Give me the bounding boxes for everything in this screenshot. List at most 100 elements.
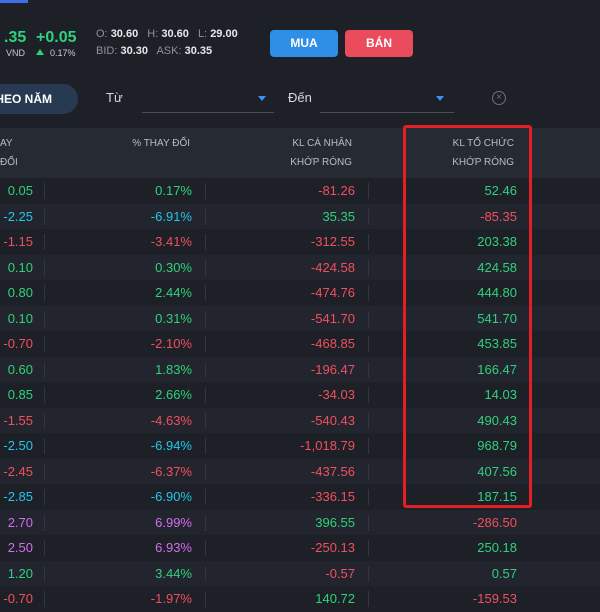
pct-change-cell: -6.91% bbox=[150, 208, 192, 224]
individual-net-cell: -312.55 bbox=[310, 234, 355, 249]
change-cell: 2.70 bbox=[7, 514, 33, 530]
pct-change-cell: 0.17% bbox=[155, 183, 192, 198]
individual-net-cell: 396.55 bbox=[315, 514, 355, 530]
column-divider bbox=[44, 489, 45, 505]
change-cell: -1.15 bbox=[3, 234, 33, 249]
filter-bar: HEO NĂM Từ Đến × bbox=[0, 78, 600, 122]
institution-net-cell: 250.18 bbox=[477, 540, 517, 555]
column-divider bbox=[44, 438, 45, 454]
active-tab-indicator bbox=[0, 0, 28, 3]
to-date-label: Đến bbox=[288, 90, 312, 105]
to-date-select[interactable] bbox=[320, 112, 454, 113]
bid-ask-readout: BID: 30.30 ASK: 30.35 bbox=[96, 45, 212, 57]
column-divider bbox=[205, 285, 206, 301]
change-cell: 0.05 bbox=[7, 183, 33, 198]
institution-net-cell: -159.53 bbox=[472, 591, 517, 606]
column-divider bbox=[44, 565, 45, 582]
change-cell: -2.45 bbox=[3, 463, 33, 479]
column-divider bbox=[44, 540, 45, 556]
institution-net-cell: 0.57 bbox=[491, 565, 517, 581]
column-divider bbox=[205, 438, 206, 454]
period-filter-button[interactable]: HEO NĂM bbox=[0, 84, 78, 114]
column-divider bbox=[205, 489, 206, 505]
header-pct-change: % THAY ĐỔI bbox=[132, 138, 190, 149]
change-cell: 2.50 bbox=[7, 540, 33, 555]
quote-header: .35 +0.05 VND 0.17% O: 30.60 H: 30.60 L:… bbox=[0, 0, 600, 70]
individual-net-cell: -437.56 bbox=[310, 463, 355, 479]
from-date-select[interactable] bbox=[142, 112, 274, 113]
column-divider bbox=[44, 463, 45, 480]
column-divider bbox=[44, 591, 45, 607]
pct-change-cell: 0.30% bbox=[155, 259, 192, 275]
price-change: +0.05 bbox=[36, 29, 77, 46]
table-row[interactable]: 2.50 6.93% -250.13 250.18 bbox=[0, 535, 600, 561]
change-cell: -2.50 bbox=[3, 438, 33, 453]
column-divider bbox=[44, 412, 45, 429]
column-divider bbox=[368, 565, 369, 582]
column-divider bbox=[368, 361, 369, 378]
column-divider bbox=[44, 336, 45, 352]
individual-net-cell: -196.47 bbox=[310, 361, 355, 377]
clear-filter-icon[interactable]: × bbox=[492, 91, 506, 105]
column-divider bbox=[44, 234, 45, 250]
column-divider bbox=[44, 387, 45, 403]
individual-net-cell: 35.35 bbox=[322, 208, 355, 224]
from-date-label: Từ bbox=[106, 90, 123, 105]
change-cell: 0.85 bbox=[7, 387, 33, 402]
individual-net-cell: -0.57 bbox=[325, 565, 355, 581]
column-divider bbox=[205, 336, 206, 352]
pct-change-cell: 6.93% bbox=[155, 540, 192, 555]
sell-button[interactable]: BÁN bbox=[345, 30, 413, 57]
pct-change-cell: 2.66% bbox=[155, 387, 192, 402]
to-dropdown-caret-icon[interactable] bbox=[436, 96, 444, 101]
pct-change-cell: 6.99% bbox=[155, 514, 192, 530]
individual-net-cell: -336.15 bbox=[310, 489, 355, 504]
column-divider bbox=[44, 361, 45, 378]
table-row[interactable]: 1.20 3.44% -0.57 0.57 bbox=[0, 560, 600, 586]
column-divider bbox=[368, 259, 369, 276]
pct-change-cell: -6.90% bbox=[150, 489, 192, 504]
column-divider bbox=[205, 591, 206, 607]
individual-net-cell: 140.72 bbox=[315, 591, 355, 606]
column-divider bbox=[44, 208, 45, 225]
change-cell: -1.55 bbox=[3, 412, 33, 428]
column-divider bbox=[205, 412, 206, 429]
header-individual-line1: KL CÁ NHÂN bbox=[292, 138, 352, 149]
change-cell: 0.10 bbox=[7, 259, 33, 275]
table-row[interactable]: 2.70 6.99% 396.55 -286.50 bbox=[0, 509, 600, 535]
pct-change-cell: 0.31% bbox=[155, 310, 192, 326]
column-divider bbox=[368, 591, 369, 607]
change-cell: 0.60 bbox=[7, 361, 33, 377]
column-divider bbox=[368, 208, 369, 225]
low-value: 29.00 bbox=[210, 28, 238, 40]
price-change-pct: 0.17% bbox=[50, 48, 76, 58]
change-cell: 0.80 bbox=[7, 285, 33, 300]
column-divider bbox=[205, 234, 206, 250]
column-divider bbox=[205, 208, 206, 225]
change-cell: -2.25 bbox=[3, 208, 33, 224]
ask-value: 30.35 bbox=[184, 45, 213, 57]
column-divider bbox=[44, 310, 45, 327]
pct-change-cell: 1.83% bbox=[155, 361, 192, 377]
open-value: 30.60 bbox=[110, 28, 139, 40]
open-label: O: bbox=[96, 28, 108, 40]
table-row[interactable]: -0.70 -1.97% 140.72 -159.53 bbox=[0, 586, 600, 612]
pct-change-cell: -6.94% bbox=[150, 438, 192, 453]
column-divider bbox=[368, 234, 369, 250]
institution-net-cell: -286.50 bbox=[472, 514, 517, 530]
column-divider bbox=[44, 285, 45, 301]
ohl-readout: O: 30.60 H: 30.60 L: 29.00 bbox=[96, 28, 238, 40]
individual-net-cell: -468.85 bbox=[310, 336, 355, 351]
change-cell: -0.70 bbox=[3, 336, 33, 351]
column-divider bbox=[368, 387, 369, 403]
up-arrow-icon bbox=[36, 49, 44, 55]
pct-change-cell: -1.97% bbox=[150, 591, 192, 606]
pct-change-cell: 2.44% bbox=[155, 285, 192, 300]
column-divider bbox=[368, 336, 369, 352]
from-dropdown-caret-icon[interactable] bbox=[258, 96, 266, 101]
last-price: .35 bbox=[4, 29, 27, 46]
buy-button[interactable]: MUA bbox=[270, 30, 338, 57]
pct-change-cell: -4.63% bbox=[150, 412, 192, 428]
column-divider bbox=[44, 183, 45, 199]
column-divider bbox=[368, 183, 369, 199]
